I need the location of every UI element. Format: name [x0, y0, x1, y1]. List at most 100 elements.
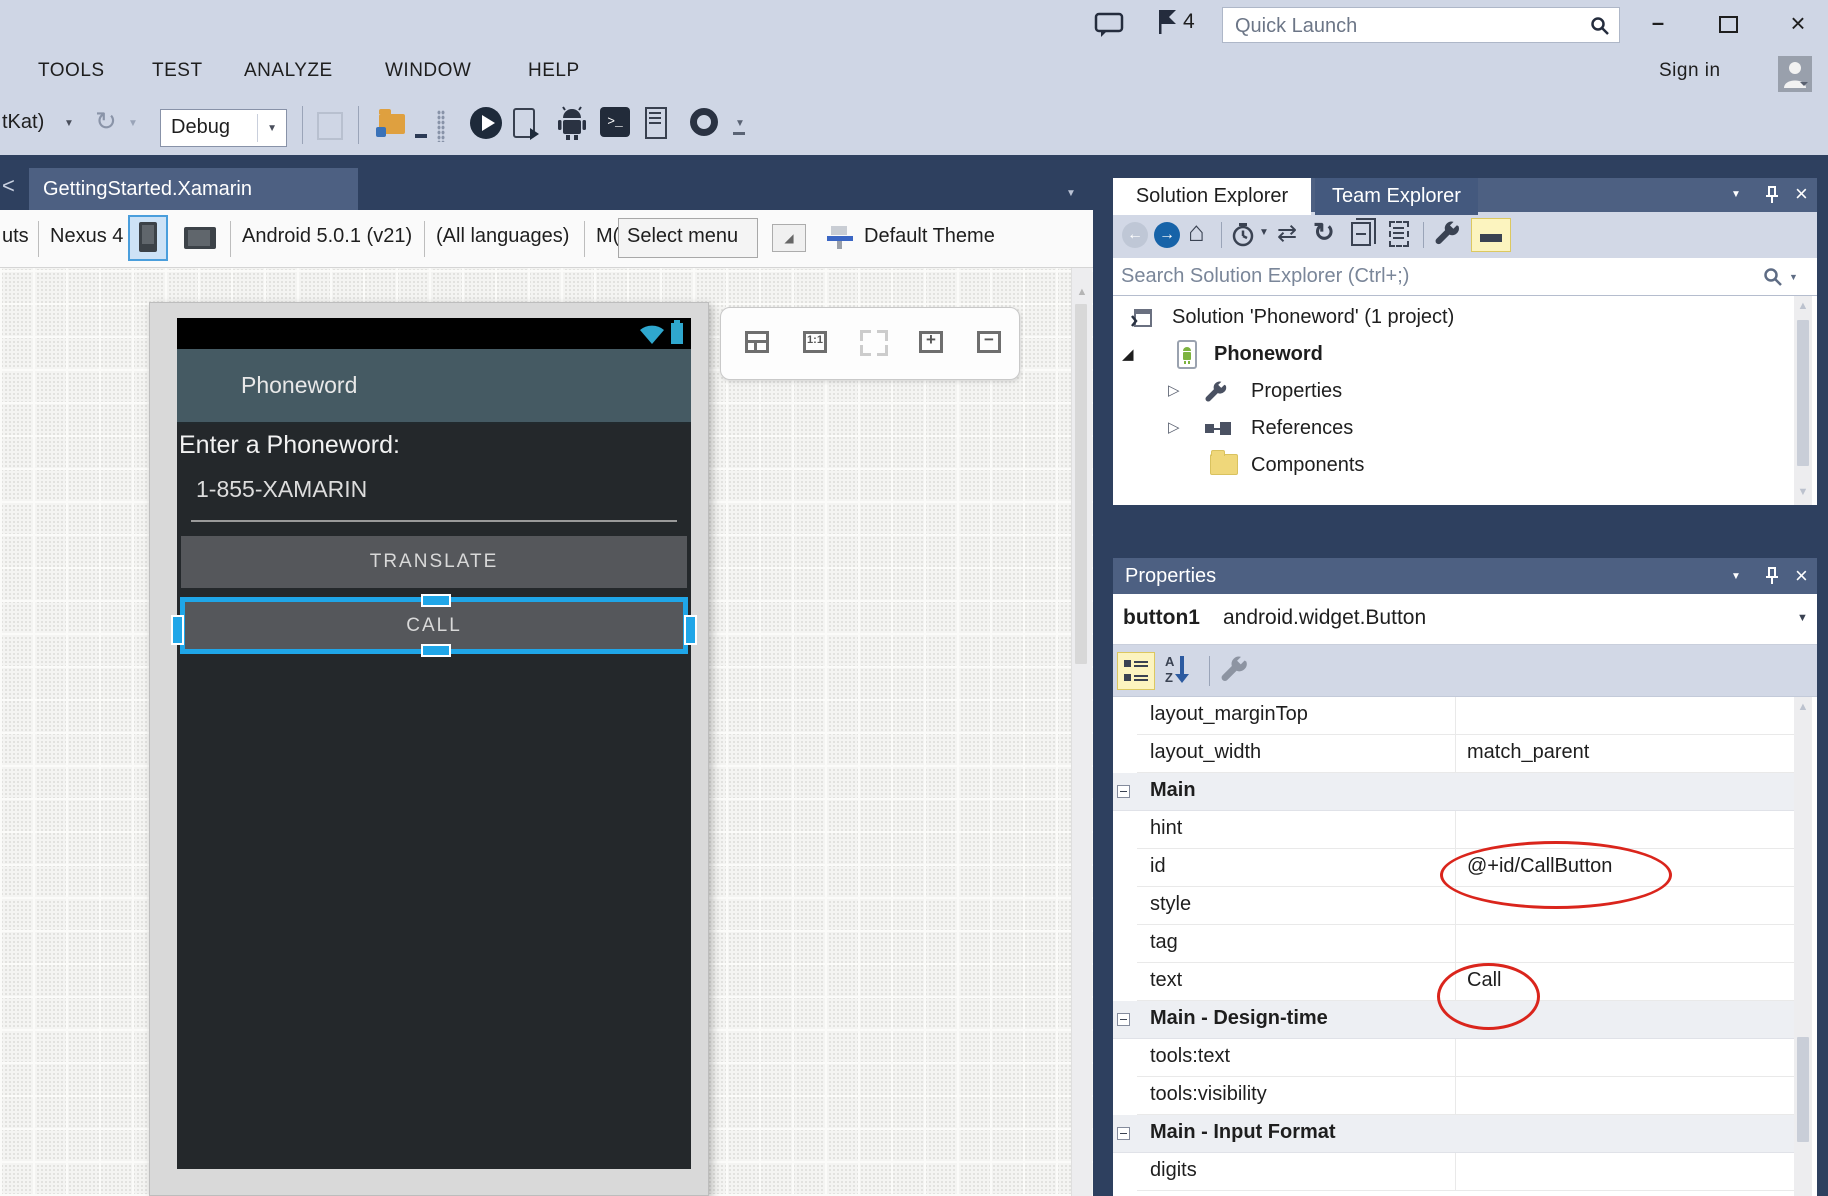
pending-dropdown[interactable]: ▼ — [1259, 227, 1269, 238]
menu-selector-partial[interactable]: M( — [596, 225, 619, 248]
collapse-category-icon[interactable] — [1117, 1127, 1130, 1140]
object-selector-dropdown[interactable]: ▼ — [1797, 612, 1808, 624]
save-icon[interactable] — [415, 134, 427, 138]
minimize-button[interactable]: – — [1638, 8, 1678, 40]
device-selector[interactable]: Nexus 4 — [50, 225, 123, 248]
property-category-input-format[interactable]: Main - Input Format — [1113, 1115, 1794, 1153]
object-selector[interactable]: button1 android.widget.Button ▼ — [1113, 594, 1817, 645]
property-value[interactable] — [1455, 1039, 1794, 1077]
design-canvas[interactable]: Phoneword Enter a Phoneword: 1-855-XAMAR… — [0, 268, 1093, 1196]
scrollbar-thumb[interactable] — [1797, 320, 1809, 466]
designer-options-button[interactable]: ◢ — [772, 224, 806, 252]
property-row[interactable]: hint — [1137, 811, 1794, 849]
configuration-combo[interactable]: Debug ▼ — [160, 109, 287, 147]
translate-button[interactable]: TRANSLATE — [181, 536, 687, 588]
fit-page-icon[interactable] — [743, 328, 773, 358]
tree-item-references[interactable]: ▷ References — [1113, 411, 1793, 448]
properties-header[interactable]: Properties ▼ × — [1113, 558, 1817, 594]
theme-selector[interactable]: Default Theme — [864, 225, 995, 248]
device-log-icon[interactable] — [645, 107, 667, 139]
menu-help[interactable]: HELP — [528, 60, 580, 82]
attach-process-icon[interactable] — [317, 112, 343, 140]
collapse-all-icon[interactable] — [1351, 222, 1371, 246]
categorized-view-button[interactable] — [1117, 652, 1155, 690]
collapsed-icon[interactable]: ▷ — [1168, 381, 1180, 399]
search-options-dropdown[interactable]: ▼ — [1789, 272, 1798, 282]
property-row[interactable]: tag — [1137, 925, 1794, 963]
expanded-icon[interactable]: ◢ — [1122, 345, 1134, 363]
property-value[interactable] — [1455, 925, 1794, 963]
tab-solution-explorer[interactable]: Solution Explorer — [1113, 178, 1311, 215]
refresh-icon[interactable]: ↻ — [1313, 217, 1335, 248]
pin-icon[interactable] — [1763, 185, 1781, 205]
adb-console-icon[interactable]: >_ — [600, 107, 630, 137]
open-file-icon[interactable] — [379, 114, 405, 134]
property-pages-wrench-icon[interactable] — [1221, 656, 1249, 684]
collapsed-icon[interactable]: ▷ — [1168, 418, 1180, 436]
tree-item-components[interactable]: Components — [1113, 448, 1793, 485]
property-row[interactable]: tools:visibility — [1137, 1077, 1794, 1115]
property-row[interactable]: layout_marginTop — [1137, 697, 1794, 735]
call-button[interactable]: CALL — [185, 602, 683, 649]
actual-size-icon[interactable]: 1:1 — [801, 328, 831, 358]
device-dropdown-arrow[interactable]: ▼ — [64, 118, 74, 129]
forward-icon[interactable]: → — [1154, 222, 1180, 248]
scroll-up-icon[interactable]: ▲ — [1072, 286, 1092, 298]
scrollbar-thumb[interactable] — [1797, 1037, 1809, 1142]
call-button-selection[interactable]: CALL — [180, 597, 688, 654]
scroll-down-icon[interactable]: ▼ — [1794, 486, 1812, 498]
resize-handle-bottom[interactable] — [421, 644, 451, 657]
zoom-in-icon[interactable]: + — [917, 328, 947, 358]
landscape-orientation-button[interactable] — [178, 215, 222, 261]
android-version-selector[interactable]: Android 5.0.1 (v21) — [242, 225, 412, 248]
pin-icon[interactable] — [1763, 566, 1781, 586]
property-row[interactable]: layout_width match_parent — [1137, 735, 1794, 773]
window-position-dropdown[interactable]: ▼ — [1731, 559, 1741, 595]
property-value[interactable] — [1455, 1077, 1794, 1115]
tree-item-phoneword-project[interactable]: ◢ Phoneword — [1113, 337, 1793, 374]
language-selector[interactable]: (All languages) — [436, 225, 569, 248]
notification-count[interactable]: 4 — [1183, 10, 1195, 34]
resize-handle-top[interactable] — [421, 594, 451, 607]
theme-icon[interactable] — [826, 224, 854, 250]
tab-gettingstarted-xamarin[interactable]: GettingStarted.Xamarin — [29, 168, 358, 210]
properties-wrench-icon[interactable] — [1435, 221, 1461, 247]
menu-window[interactable]: WINDOW — [385, 60, 471, 82]
portrait-orientation-button[interactable] — [128, 215, 168, 261]
feedback-icon[interactable] — [1094, 12, 1126, 38]
grid-scrollbar[interactable]: ▲ — [1794, 697, 1812, 1196]
select-menu-button[interactable]: Select menu — [618, 218, 758, 258]
device-target-icon[interactable] — [513, 108, 535, 138]
resize-handle-left[interactable] — [171, 615, 184, 645]
close-button[interactable]: × — [1778, 8, 1818, 40]
tab-team-explorer[interactable]: Team Explorer — [1315, 178, 1478, 215]
menu-tools[interactable]: TOOLS — [38, 60, 105, 82]
sign-in-link[interactable]: Sign in — [1659, 60, 1721, 82]
property-value[interactable]: match_parent — [1455, 735, 1794, 773]
tree-scrollbar[interactable]: ▲ ▼ — [1794, 296, 1812, 505]
tree-item-properties[interactable]: ▷ Properties — [1113, 374, 1793, 411]
alphabetical-sort-button[interactable]: A Z — [1161, 652, 1199, 690]
phoneword-input[interactable]: 1-855-XAMARIN — [196, 476, 367, 503]
maximize-button[interactable] — [1708, 8, 1748, 40]
resize-handle-right[interactable] — [684, 615, 697, 645]
search-icon[interactable] — [1762, 266, 1784, 288]
scroll-up-icon[interactable]: ▲ — [1794, 300, 1812, 312]
property-row[interactable]: tools:text — [1137, 1039, 1794, 1077]
editor-scrollbar[interactable]: ▲ — [1071, 268, 1092, 1196]
home-icon[interactable]: ⌂ — [1188, 216, 1205, 248]
document-well-dropdown[interactable]: ▼ — [1066, 188, 1076, 199]
menu-analyze[interactable]: ANALYZE — [244, 60, 333, 82]
start-debug-icon[interactable] — [470, 107, 502, 139]
back-icon[interactable]: ← — [1122, 222, 1148, 248]
property-value[interactable] — [1455, 697, 1794, 735]
tab-scroll-left-icon[interactable]: < — [2, 173, 15, 199]
toolbar-overflow-arrow[interactable]: ▼ — [735, 118, 745, 129]
menu-test[interactable]: TEST — [152, 60, 203, 82]
quick-launch-box[interactable]: Quick Launch — [1222, 7, 1620, 43]
collapse-category-icon[interactable] — [1117, 785, 1130, 798]
property-value[interactable] — [1455, 1153, 1794, 1191]
sync-view-icon[interactable]: ⇄ — [1277, 219, 1297, 248]
scrollbar-thumb[interactable] — [1075, 304, 1087, 664]
preview-selected-items-button[interactable] — [1471, 218, 1511, 252]
